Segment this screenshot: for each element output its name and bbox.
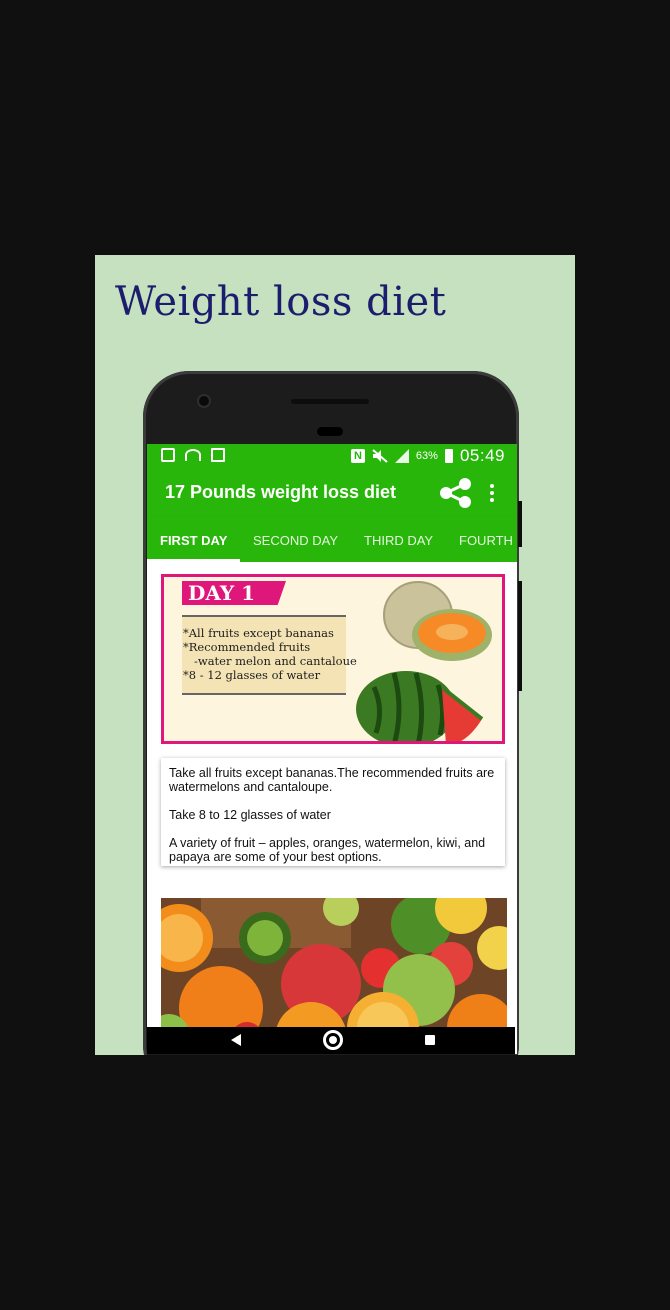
phone-frame: N 63% 05:49 17 Pounds weight loss diet F…	[143, 371, 522, 1055]
cantaloupe-image	[383, 581, 492, 661]
notes-icon	[211, 448, 225, 462]
share-icon[interactable]	[439, 478, 473, 508]
battery-icon	[444, 449, 453, 463]
battery-percent: 63%	[415, 450, 438, 462]
content-scroll[interactable]: DAY 1 *All fruits except bananas *Recomm…	[147, 562, 517, 1054]
day-note-line: *Recommended fruits	[183, 640, 311, 654]
camera-icon	[199, 396, 209, 406]
description-card: Take all fruits except bananas.The recom…	[161, 758, 505, 866]
app-title: 17 Pounds weight loss diet	[165, 482, 397, 502]
day-note: *All fruits except bananas *Recommended …	[182, 615, 357, 695]
status-bar: N 63% 05:49	[147, 444, 517, 468]
tab-first-day[interactable]: FIRST DAY	[160, 533, 227, 548]
tab-second-day[interactable]: SECOND DAY	[253, 533, 338, 548]
description-paragraph: Take 8 to 12 glasses of water	[169, 808, 331, 822]
promo-title: Weight loss diet	[115, 279, 447, 325]
day-tabs: FIRST DAY SECOND DAY THIRD DAY FOURTH	[147, 516, 517, 562]
day-note-line: *8 - 12 glasses of water	[183, 668, 321, 682]
promo-banner: Weight loss diet N 63% 05:49 17 Pounds w…	[95, 255, 575, 1055]
day-note-line: -water melon and cantaloue	[183, 654, 357, 668]
clock: 05:49	[459, 446, 505, 465]
speaker-grille	[291, 399, 369, 404]
day-note-line: *All fruits except bananas	[183, 626, 334, 640]
description-paragraph: A variety of fruit – apples, oranges, wa…	[169, 836, 486, 864]
tab-fourth-day[interactable]: FOURTH	[459, 533, 513, 548]
power-button	[518, 501, 522, 547]
app-bar: 17 Pounds weight loss diet	[147, 468, 517, 516]
back-icon[interactable]	[231, 1034, 241, 1046]
signal-icon	[394, 449, 409, 463]
tab-third-day[interactable]: THIRD DAY	[364, 533, 433, 548]
image-icon	[161, 448, 175, 462]
day-card-image: DAY 1 *All fruits except bananas *Recomm…	[161, 574, 505, 744]
wifi-icon	[185, 449, 201, 461]
navigation-bar	[147, 1027, 515, 1054]
watermelon-image	[356, 671, 484, 741]
mute-icon	[372, 449, 388, 463]
more-options-icon[interactable]	[489, 484, 495, 502]
nfc-icon: N	[350, 449, 365, 463]
volume-button	[518, 581, 522, 691]
home-icon[interactable]	[323, 1030, 343, 1050]
sensor	[317, 427, 343, 436]
app-screen: N 63% 05:49 17 Pounds weight loss diet F…	[147, 444, 517, 1054]
description-paragraph: Take all fruits except bananas.The recom…	[169, 766, 495, 794]
day-banner: DAY 1	[182, 581, 286, 605]
recents-icon[interactable]	[425, 1035, 435, 1045]
